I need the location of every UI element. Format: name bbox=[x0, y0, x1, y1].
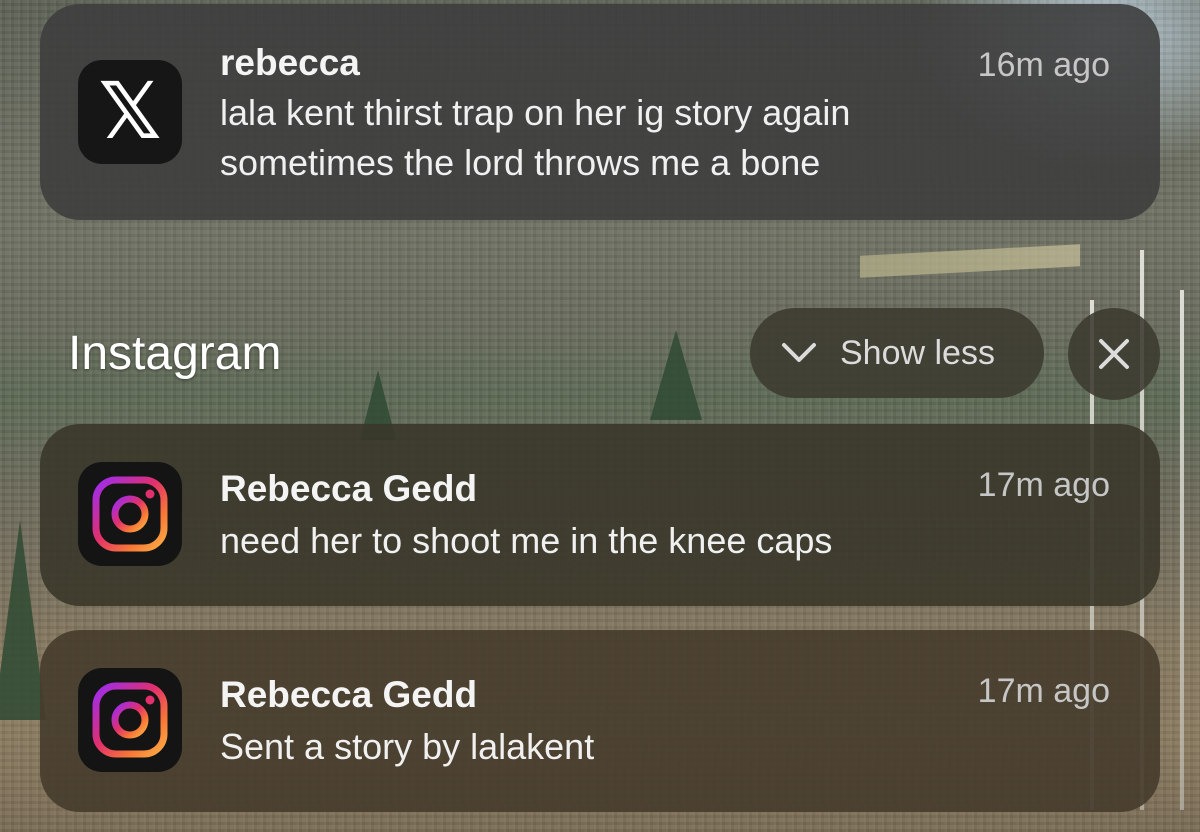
notification-sender: Rebecca Gedd bbox=[220, 468, 478, 509]
x-logo-icon: 𝕏 bbox=[78, 60, 182, 164]
lock-screen: 𝕏 rebecca 16m ago lala kent thirst trap … bbox=[0, 0, 1200, 832]
wallpaper-birch bbox=[1180, 290, 1184, 810]
notification-message-line: sometimes the lord throws me a bone bbox=[220, 142, 821, 183]
notification-instagram[interactable]: Rebecca Gedd 17m ago Sent a story by lal… bbox=[40, 630, 1160, 812]
close-icon bbox=[1099, 339, 1129, 369]
notification-message: need her to shoot me in the knee caps bbox=[220, 520, 833, 561]
group-title-instagram: Instagram bbox=[68, 327, 282, 380]
notification-time: 17m ago bbox=[977, 672, 1110, 710]
notification-instagram[interactable]: Rebecca Gedd 17m ago need her to shoot m… bbox=[40, 424, 1160, 606]
notification-message: Sent a story by lalakent bbox=[220, 726, 595, 767]
wallpaper-tree bbox=[650, 330, 702, 420]
show-less-label: Show less bbox=[840, 333, 995, 372]
show-less-button[interactable]: Show less bbox=[750, 308, 1044, 398]
notification-sender: Rebecca Gedd bbox=[220, 674, 478, 715]
instagram-icon bbox=[78, 668, 182, 772]
notification-message-line: lala kent thirst trap on her ig story ag… bbox=[220, 92, 851, 133]
clear-group-button[interactable] bbox=[1068, 308, 1160, 400]
chevron-down-icon bbox=[782, 343, 816, 362]
notification-time: 16m ago bbox=[977, 46, 1110, 84]
notification-sender: rebecca bbox=[220, 42, 360, 83]
notification-time: 17m ago bbox=[977, 466, 1110, 504]
notification-x[interactable]: 𝕏 rebecca 16m ago lala kent thirst trap … bbox=[40, 4, 1160, 220]
instagram-icon bbox=[78, 462, 182, 566]
